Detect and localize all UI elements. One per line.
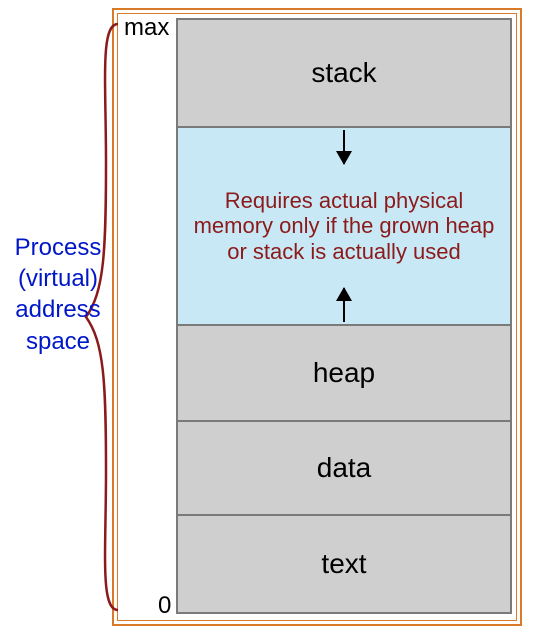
memory-regions: stack Requires actual physical memory on… — [176, 18, 512, 614]
region-gap: Requires actual physical memory only if … — [178, 128, 510, 326]
gap-annotation: Requires actual physical memory only if … — [178, 188, 510, 264]
region-text: text — [178, 516, 510, 612]
heap-grow-up-icon — [343, 288, 345, 322]
region-data: data — [178, 422, 510, 516]
region-heap: heap — [178, 326, 510, 422]
stack-grow-down-icon — [343, 130, 345, 164]
label-zero: 0 — [158, 592, 171, 620]
caption: Process (virtual) address space — [6, 232, 110, 357]
label-max: max — [124, 14, 169, 42]
address-space-frame: max 0 stack Requires actual physical mem… — [112, 8, 522, 626]
region-text-label: text — [321, 548, 366, 580]
region-stack-label: stack — [311, 57, 376, 89]
region-data-label: data — [317, 452, 372, 484]
caption-line-1: Process — [6, 232, 110, 263]
region-stack: stack — [178, 20, 510, 128]
caption-line-2: (virtual) — [6, 263, 110, 294]
caption-line-3: address — [6, 294, 110, 325]
caption-line-4: space — [6, 326, 110, 357]
region-heap-label: heap — [313, 357, 375, 389]
